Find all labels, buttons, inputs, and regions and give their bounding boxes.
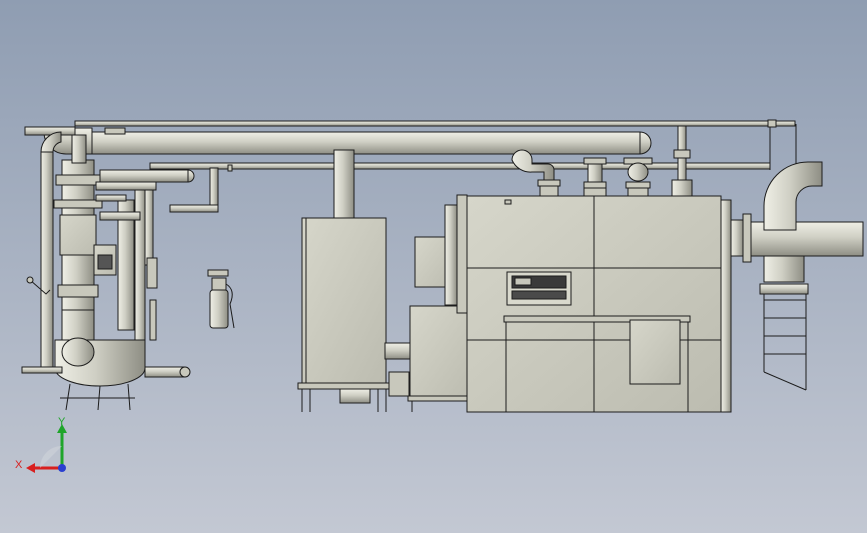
fire-extinguisher[interactable] <box>207 269 235 329</box>
cad-model-drawing[interactable]: X Y <box>0 0 867 533</box>
control-cabinet[interactable] <box>297 149 391 412</box>
z-axis-point <box>58 464 66 472</box>
y-axis-label: Y <box>58 416 66 428</box>
cad-viewport[interactable]: X Y <box>0 0 867 533</box>
coordinate-triad: X Y <box>15 416 67 473</box>
generator-enclosure[interactable] <box>444 194 732 413</box>
control-panel[interactable] <box>506 271 572 306</box>
exhaust-duct-elbow[interactable] <box>730 161 864 283</box>
x-axis-label: X <box>15 459 23 471</box>
x-axis-arrowhead <box>26 463 35 473</box>
exhaust-ladder[interactable] <box>759 283 809 391</box>
triad-plane <box>40 446 62 468</box>
